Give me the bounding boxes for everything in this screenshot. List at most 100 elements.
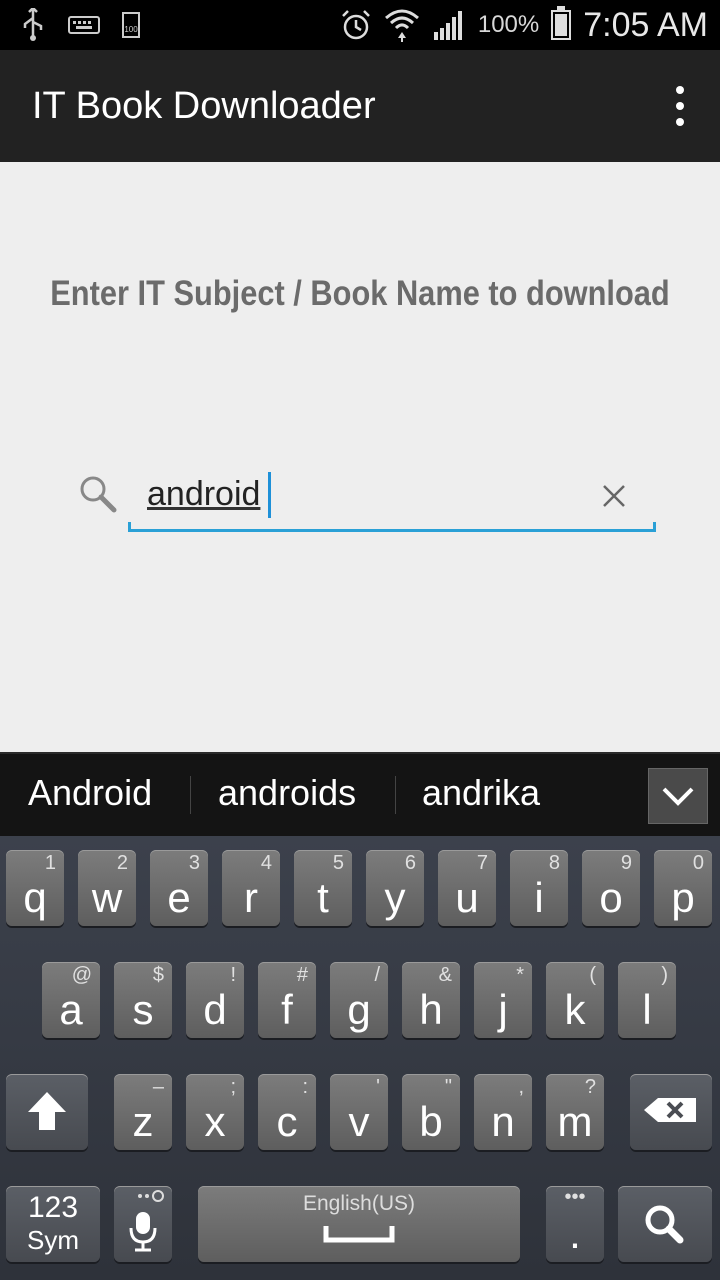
keyboard-icon xyxy=(68,16,100,34)
key-s[interactable]: $ s xyxy=(114,962,172,1038)
suggestion-item[interactable]: androids xyxy=(218,754,356,836)
key-f[interactable]: # f xyxy=(258,962,316,1038)
key-c[interactable]: :c xyxy=(258,1074,316,1150)
suggestion-item[interactable]: andrika xyxy=(422,754,540,836)
key-alt: 3 xyxy=(188,852,200,874)
symbols-key[interactable]: 123 Sym xyxy=(6,1186,100,1262)
keyboard: 1q 2w 3e 4r 5t 6y 7u 8i 9o 0p @ a $ s ! d #… xyxy=(0,836,720,1280)
key-label: n xyxy=(491,1098,515,1145)
key-alt: " xyxy=(444,1076,452,1098)
key-label: h xyxy=(419,986,443,1033)
key-alt: ' xyxy=(376,1076,380,1098)
app-title: IT Book Downloader xyxy=(32,85,376,127)
key-label: v xyxy=(348,1098,370,1145)
key-label: d xyxy=(203,986,227,1033)
key-w[interactable]: 2w xyxy=(78,850,136,926)
search-input[interactable]: android xyxy=(128,462,656,532)
key-label: x xyxy=(204,1098,226,1145)
key-alt: ; xyxy=(230,1076,236,1098)
collapse-keyboard-button[interactable] xyxy=(648,768,708,824)
key-alt: ) xyxy=(661,964,668,986)
key-l[interactable]: ) l xyxy=(618,962,676,1038)
key-j[interactable]: * j xyxy=(474,962,532,1038)
battery-small-icon: 100 xyxy=(122,12,140,38)
key-label: . xyxy=(569,1210,581,1257)
usb-icon xyxy=(23,8,43,41)
key-label: a xyxy=(59,986,83,1033)
shift-icon xyxy=(28,1092,66,1130)
period-key[interactable]: ••• . xyxy=(546,1186,604,1262)
key-label: t xyxy=(317,874,329,921)
key-alt: 0 xyxy=(692,852,704,874)
period-key-more: ••• xyxy=(564,1186,586,1208)
overflow-menu-icon[interactable] xyxy=(670,86,690,126)
suggestion-item[interactable]: Android xyxy=(28,754,152,836)
signal-icon xyxy=(433,11,462,40)
shift-key[interactable] xyxy=(6,1074,88,1150)
alarm-icon xyxy=(341,10,370,40)
suggestion-strip: Android androids andrika xyxy=(0,752,720,836)
key-x[interactable]: ; x xyxy=(186,1074,244,1150)
key-o[interactable]: 9o xyxy=(582,850,640,926)
key-alt: $ xyxy=(152,964,164,986)
key-alt: ( xyxy=(589,964,596,986)
key-e[interactable]: 3e xyxy=(150,850,208,926)
clock: 7:05 AM xyxy=(583,5,708,44)
key-d[interactable]: ! d xyxy=(186,962,244,1038)
key-label: i xyxy=(534,874,544,921)
key-alt: # xyxy=(296,964,308,986)
key-label: y xyxy=(384,874,406,921)
key-label: l xyxy=(642,986,652,1033)
key-n[interactable]: ,n xyxy=(474,1074,532,1150)
search-key-icon xyxy=(645,1205,684,1244)
status-bar: 100 100% 7:05 AM xyxy=(0,0,720,50)
key-q[interactable]: 1q xyxy=(6,850,64,926)
action-bar: IT Book Downloader xyxy=(0,50,720,162)
space-key[interactable]: English(US) xyxy=(198,1186,520,1262)
key-a[interactable]: @ a xyxy=(42,962,100,1038)
key-b[interactable]: " b xyxy=(402,1074,460,1150)
key-p[interactable]: 0p xyxy=(654,850,712,926)
text-cursor xyxy=(268,472,271,518)
voice-input-key[interactable] xyxy=(114,1186,172,1262)
clear-icon[interactable] xyxy=(600,482,628,510)
key-alt: & xyxy=(438,964,452,986)
key-label: p xyxy=(671,874,695,921)
key-m[interactable]: ? m xyxy=(546,1074,604,1150)
symbols-key-bottom: Sym xyxy=(27,1225,79,1255)
backspace-key[interactable] xyxy=(630,1074,712,1150)
key-t[interactable]: 5t xyxy=(294,850,352,926)
key-alt: @ xyxy=(71,964,92,986)
backspace-icon xyxy=(644,1098,696,1122)
search-input-text[interactable]: android xyxy=(147,475,260,514)
key-alt: 4 xyxy=(260,852,272,874)
key-label: r xyxy=(244,874,258,921)
key-alt: – xyxy=(152,1076,164,1098)
search-key[interactable] xyxy=(618,1186,712,1262)
key-z[interactable]: – z xyxy=(114,1074,172,1150)
key-r[interactable]: 4r xyxy=(222,850,280,926)
key-i[interactable]: 8i xyxy=(510,850,568,926)
key-alt: 6 xyxy=(404,852,416,874)
key-alt: 2 xyxy=(116,852,128,874)
key-alt: , xyxy=(518,1076,524,1098)
key-v[interactable]: ' v xyxy=(330,1074,388,1150)
key-alt: ! xyxy=(230,964,236,986)
key-label: b xyxy=(419,1098,443,1145)
key-alt: * xyxy=(516,964,524,986)
key-label: j xyxy=(498,986,508,1033)
key-k[interactable]: (k xyxy=(546,962,604,1038)
battery-icon xyxy=(551,6,572,40)
prompt-text: Enter IT Subject / Book Name to download xyxy=(50,274,670,313)
key-y[interactable]: 6y xyxy=(366,850,424,926)
key-u[interactable]: 7u xyxy=(438,850,496,926)
key-h[interactable]: & h xyxy=(402,962,460,1038)
key-label: m xyxy=(557,1098,593,1145)
key-g[interactable]: / g xyxy=(330,962,388,1038)
space-icon xyxy=(323,1226,395,1243)
symbols-key-top: 123 xyxy=(27,1191,79,1224)
search-underline xyxy=(128,522,656,532)
key-label: g xyxy=(347,986,371,1033)
key-label: c xyxy=(276,1098,298,1145)
key-alt: 1 xyxy=(44,852,56,874)
